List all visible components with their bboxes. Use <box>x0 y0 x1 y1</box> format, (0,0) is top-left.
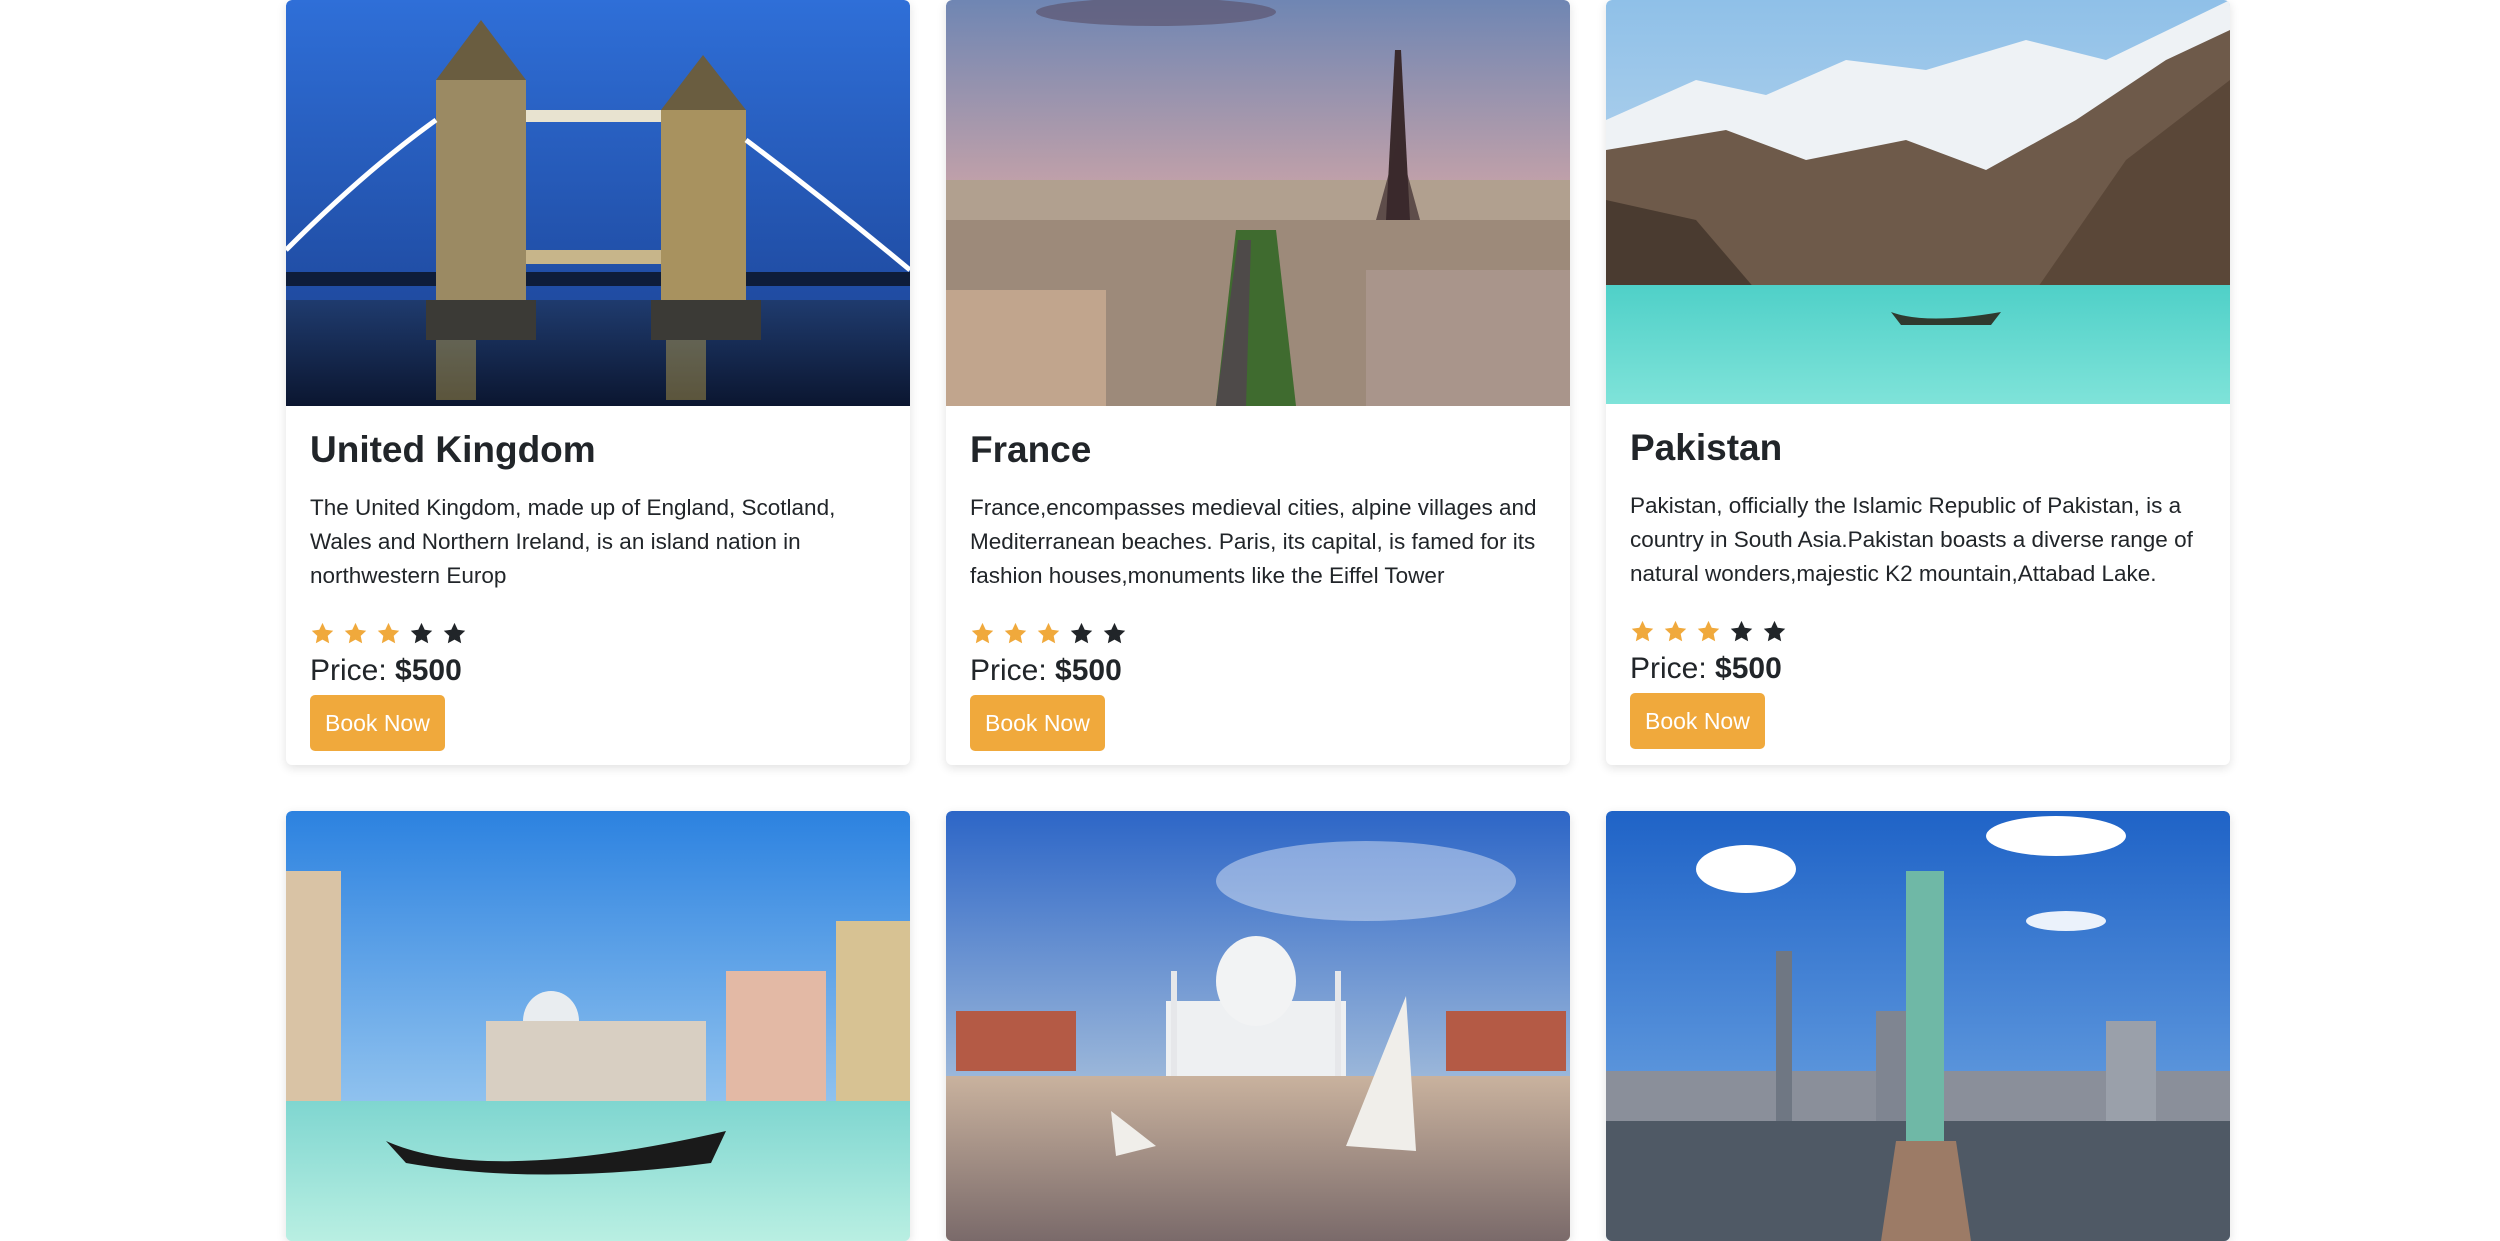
star-icon <box>1763 621 1786 642</box>
star-icon <box>1730 621 1753 642</box>
tower-bridge-image <box>286 0 910 406</box>
book-now-button[interactable]: Book Now <box>970 694 1105 751</box>
price-value: $500 <box>395 653 462 687</box>
card-title: France <box>970 429 1092 470</box>
star-icon <box>344 623 367 644</box>
price: Price: $500 <box>970 653 1546 689</box>
rating-stars <box>310 619 886 649</box>
price-value: $500 <box>1715 651 1782 685</box>
book-now-button[interactable]: Book Now <box>1630 692 1765 749</box>
rating-stars <box>970 619 1546 649</box>
taj-mahal-image <box>946 810 1570 1241</box>
destination-card-usa <box>1606 810 2230 1241</box>
star-icon <box>443 623 466 644</box>
venice-gondola-image <box>286 810 910 1241</box>
price: Price: $500 <box>310 653 886 689</box>
star-icon <box>971 623 994 644</box>
star-icon <box>311 623 334 644</box>
card-body: United Kingdom The United Kingdom, made … <box>286 406 910 765</box>
rating-stars <box>1630 617 2206 647</box>
star-icon <box>1070 623 1093 644</box>
card-description: Pakistan, officially the Islamic Republi… <box>1630 492 2193 586</box>
price-value: $500 <box>1055 653 1122 687</box>
card-title: Pakistan <box>1630 427 1783 468</box>
price-label: Price: <box>970 653 1047 687</box>
star-icon <box>1664 621 1687 642</box>
star-icon <box>410 623 433 644</box>
book-now-button[interactable]: Book Now <box>310 694 445 751</box>
card-body: Pakistan Pakistan, officially the Islami… <box>1606 404 2230 763</box>
price-label: Price: <box>1630 651 1707 685</box>
destination-card-united-kingdom: United Kingdom The United Kingdom, made … <box>286 0 910 765</box>
destination-card-france: France France,encompasses medieval citie… <box>946 0 1570 765</box>
price-label: Price: <box>310 653 387 687</box>
card-description: The United Kingdom, made up of England, … <box>310 494 836 588</box>
star-icon <box>1103 623 1126 644</box>
star-icon <box>1631 621 1654 642</box>
eiffel-tower-image <box>946 0 1570 406</box>
destination-card-india <box>946 810 1570 1241</box>
card-title: United Kingdom <box>310 429 596 470</box>
card-description: France,encompasses medieval cities, alpi… <box>970 494 1537 588</box>
star-icon <box>1697 621 1720 642</box>
star-icon <box>1037 623 1060 644</box>
star-icon <box>1004 623 1027 644</box>
star-icon <box>377 623 400 644</box>
destination-grid: United Kingdom The United Kingdom, made … <box>286 0 2230 1241</box>
attabad-lake-image <box>1606 0 2230 404</box>
price: Price: $500 <box>1630 651 2206 687</box>
destination-card-venice <box>286 810 910 1241</box>
card-body: France France,encompasses medieval citie… <box>946 406 1570 765</box>
statue-of-liberty-image <box>1606 810 2230 1241</box>
destination-card-pakistan: Pakistan Pakistan, officially the Islami… <box>1606 0 2230 765</box>
